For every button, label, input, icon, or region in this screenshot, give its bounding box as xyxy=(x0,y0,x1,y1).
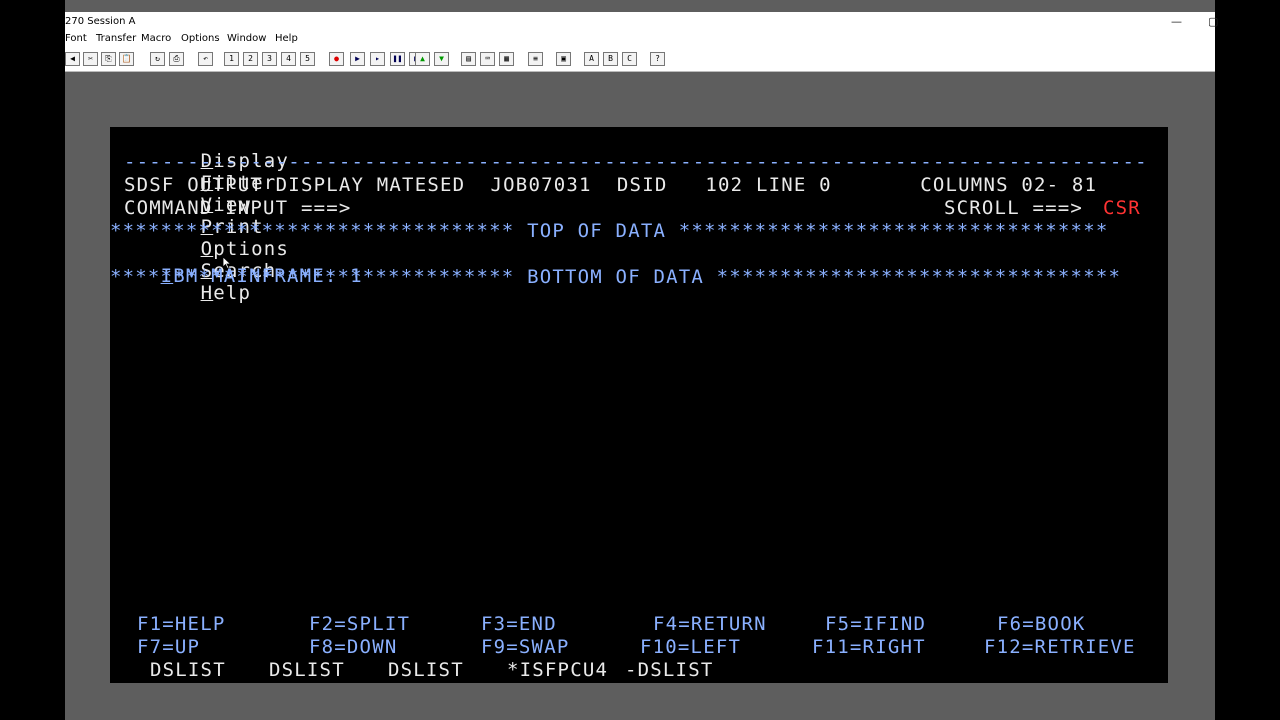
left-letterbox xyxy=(0,0,65,720)
right-letterbox xyxy=(1215,0,1280,720)
receive-icon[interactable]: ▼ xyxy=(434,52,449,66)
minimize-button[interactable]: — xyxy=(1171,12,1182,32)
record-icon[interactable]: ● xyxy=(329,52,344,66)
print-icon[interactable]: ⎙ xyxy=(169,52,184,66)
pf-key-f11[interactable]: F11=RIGHT xyxy=(812,636,926,658)
pf-key-f9[interactable]: F9=SWAP xyxy=(481,636,569,658)
keyboard-icon[interactable]: ⌨ xyxy=(480,52,495,66)
pf-key-f5[interactable]: F5=IFIND xyxy=(825,613,926,635)
key-b-icon[interactable]: B xyxy=(603,52,618,66)
session-tab-active[interactable]: *ISFPCU4 xyxy=(507,659,608,681)
menu-transfer[interactable]: Transfer xyxy=(96,31,136,47)
bottom-of-data-marker: ******************************** BOTTOM … xyxy=(110,266,1122,288)
prev-icon[interactable]: ◀ xyxy=(65,52,80,66)
play-icon[interactable]: ▶ xyxy=(350,52,365,66)
command-input-field[interactable] xyxy=(360,197,920,219)
macro-3-icon[interactable]: 3 xyxy=(262,52,277,66)
session-tab-5[interactable]: -DSLIST xyxy=(625,659,713,681)
key-c-icon[interactable]: C xyxy=(622,52,637,66)
top-of-data-marker: ******************************** TOP OF … xyxy=(110,220,1109,242)
scroll-label: SCROLL ===> xyxy=(944,197,1084,219)
macro-5-icon[interactable]: 5 xyxy=(300,52,315,66)
scroll-value-field[interactable]: CSR xyxy=(1103,197,1141,219)
undo-icon[interactable]: ↶ xyxy=(198,52,213,66)
copy-icon[interactable]: ⎘ xyxy=(101,52,116,66)
session-tab-1[interactable]: DSLIST xyxy=(150,659,226,681)
pf-key-f4[interactable]: F4=RETURN xyxy=(653,613,767,635)
pf-key-f7[interactable]: F7=UP xyxy=(137,636,200,658)
mouse-pointer-icon xyxy=(222,256,232,270)
cut-icon[interactable]: ✂ xyxy=(83,52,98,66)
session-tab-3[interactable]: DSLIST xyxy=(388,659,464,681)
key-a-icon[interactable]: A xyxy=(584,52,599,66)
send-icon[interactable]: ▲ xyxy=(415,52,430,66)
menu-options[interactable]: Options xyxy=(181,31,220,47)
pf-key-f8[interactable]: F8=DOWN xyxy=(309,636,397,658)
toolbar: ◀ ✂ ⎘ 📋 ↻ ⎙ ↶ 1 2 3 4 5 ● ▶ ▸ ❚❚ ■ ▲ ▼ ▤… xyxy=(65,47,1215,72)
menu-font[interactable]: Font xyxy=(65,31,87,47)
pf-key-f12[interactable]: F12=RETRIEVE xyxy=(984,636,1136,658)
window-title: 270 Session A xyxy=(65,16,136,27)
macro-1-icon[interactable]: 1 xyxy=(224,52,239,66)
terminal-screen[interactable]: Display Filter View Print Options Search… xyxy=(110,127,1168,683)
sdsf-header-line: SDSF OUTPUT DISPLAY MATESED JOB07031 DSI… xyxy=(124,174,1098,196)
title-bar: 270 Session A — ▢ xyxy=(65,12,1218,32)
pf-key-f10[interactable]: F10=LEFT xyxy=(640,636,741,658)
display-icon[interactable]: ▦ xyxy=(499,52,514,66)
trace-icon[interactable]: ≡ xyxy=(528,52,543,66)
pf-key-f2[interactable]: F2=SPLIT xyxy=(309,613,410,635)
macro-2-icon[interactable]: 2 xyxy=(243,52,258,66)
pause-icon[interactable]: ❚❚ xyxy=(390,52,405,66)
help-icon[interactable]: ? xyxy=(650,52,665,66)
map-icon[interactable]: ▣ xyxy=(556,52,571,66)
step-icon[interactable]: ▸ xyxy=(370,52,385,66)
macro-4-icon[interactable]: 4 xyxy=(281,52,296,66)
session-tab-2[interactable]: DSLIST xyxy=(269,659,345,681)
menu-bar: Font Transfer Macro Options Window Help xyxy=(65,31,1215,47)
pf-key-f3[interactable]: F3=END xyxy=(481,613,557,635)
paste-icon[interactable]: 📋 xyxy=(119,52,134,66)
restore-button[interactable]: ▢ xyxy=(1208,12,1218,32)
session-icon[interactable]: ▤ xyxy=(461,52,476,66)
action-bar-separator: ----------------------------------------… xyxy=(124,151,1148,173)
menu-macro[interactable]: Macro xyxy=(141,31,171,47)
menu-window[interactable]: Window xyxy=(227,31,266,47)
command-input-label: COMMAND INPUT ===> xyxy=(124,197,352,219)
refresh-icon[interactable]: ↻ xyxy=(150,52,165,66)
pf-key-f1[interactable]: F1=HELP xyxy=(137,613,225,635)
pf-key-f6[interactable]: F6=BOOK xyxy=(997,613,1085,635)
menu-help[interactable]: Help xyxy=(275,31,298,47)
